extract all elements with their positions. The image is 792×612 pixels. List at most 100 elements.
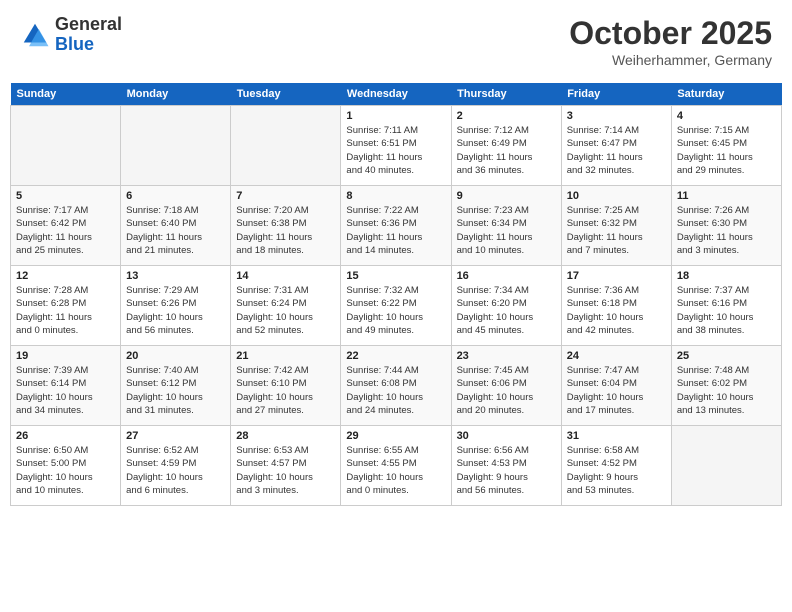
- calendar-day-25: 25 Sunrise: 7:48 AM Sunset: 6:02 PM Dayli…: [671, 346, 781, 426]
- calendar-day-1: 1 Sunrise: 7:11 AM Sunset: 6:51 PM Daylig…: [341, 106, 451, 186]
- empty-cell: [11, 106, 121, 186]
- calendar-day-4: 4 Sunrise: 7:15 AM Sunset: 6:45 PM Daylig…: [671, 106, 781, 186]
- calendar-day-9: 9 Sunrise: 7:23 AM Sunset: 6:34 PM Daylig…: [451, 186, 561, 266]
- day-info: Sunrise: 7:40 AM Sunset: 6:12 PM Dayligh…: [126, 364, 225, 417]
- calendar-day-8: 8Sunrise: 7:22 AM Sunset: 6:36 PM Daylig…: [341, 186, 451, 266]
- day-number: 27: [126, 430, 225, 442]
- calendar-day-29: 29 Sunrise: 6:55 AM Sunset: 4:55 PM Dayli…: [341, 426, 451, 506]
- weekday-header-thursday: Thursday: [451, 83, 561, 106]
- day-number: 4: [677, 110, 776, 122]
- calendar-week-4: 19 Sunrise: 7:39 AM Sunset: 6:14 PM Dayli…: [11, 346, 782, 426]
- calendar-day-12: 12Sunrise: 7:28 AM Sunset: 6:28 PM Dayli…: [11, 266, 121, 346]
- logo: General Blue: [20, 15, 122, 55]
- empty-cell: [671, 426, 781, 506]
- day-info: Sunrise: 7:11 AM Sunset: 6:51 PM Dayligh…: [346, 124, 445, 177]
- day-number: 23: [457, 350, 556, 362]
- calendar-week-5: 26 Sunrise: 6:50 AM Sunset: 5:00 PM Dayli…: [11, 426, 782, 506]
- day-info: Sunrise: 6:55 AM Sunset: 4:55 PM Dayligh…: [346, 444, 445, 497]
- day-info: Sunrise: 7:15 AM Sunset: 6:45 PM Dayligh…: [677, 124, 776, 177]
- day-number: 18: [677, 270, 776, 282]
- logo-general-text: General: [55, 15, 122, 35]
- calendar-day-30: 30 Sunrise: 6:56 AM Sunset: 4:53 PM Dayli…: [451, 426, 561, 506]
- location: Weiherhammer, Germany: [569, 52, 772, 68]
- calendar-day-21: 21 Sunrise: 7:42 AM Sunset: 6:10 PM Dayli…: [231, 346, 341, 426]
- day-number: 10: [567, 190, 666, 202]
- day-info: Sunrise: 7:31 AM Sunset: 6:24 PM Dayligh…: [236, 284, 335, 337]
- day-number: 13: [126, 270, 225, 282]
- day-number: 24: [567, 350, 666, 362]
- day-number: 1: [346, 110, 445, 122]
- weekday-header-saturday: Saturday: [671, 83, 781, 106]
- day-info: Sunrise: 7:14 AM Sunset: 6:47 PM Dayligh…: [567, 124, 666, 177]
- empty-cell: [121, 106, 231, 186]
- day-number: 9: [457, 190, 556, 202]
- day-info: Sunrise: 7:18 AM Sunset: 6:40 PM Dayligh…: [126, 204, 225, 257]
- day-number: 26: [16, 430, 115, 442]
- day-info: Sunrise: 7:37 AM Sunset: 6:16 PM Dayligh…: [677, 284, 776, 337]
- calendar-day-5: 5Sunrise: 7:17 AM Sunset: 6:42 PM Daylig…: [11, 186, 121, 266]
- day-number: 11: [677, 190, 776, 202]
- day-info: Sunrise: 7:45 AM Sunset: 6:06 PM Dayligh…: [457, 364, 556, 417]
- calendar-week-3: 12Sunrise: 7:28 AM Sunset: 6:28 PM Dayli…: [11, 266, 782, 346]
- day-number: 29: [346, 430, 445, 442]
- weekday-header-friday: Friday: [561, 83, 671, 106]
- day-info: Sunrise: 7:47 AM Sunset: 6:04 PM Dayligh…: [567, 364, 666, 417]
- weekday-header-monday: Monday: [121, 83, 231, 106]
- day-info: Sunrise: 7:29 AM Sunset: 6:26 PM Dayligh…: [126, 284, 225, 337]
- day-info: Sunrise: 7:42 AM Sunset: 6:10 PM Dayligh…: [236, 364, 335, 417]
- day-info: Sunrise: 7:25 AM Sunset: 6:32 PM Dayligh…: [567, 204, 666, 257]
- day-number: 17: [567, 270, 666, 282]
- day-info: Sunrise: 7:12 AM Sunset: 6:49 PM Dayligh…: [457, 124, 556, 177]
- page-header: General Blue October 2025 Weiherhammer, …: [10, 10, 782, 73]
- day-info: Sunrise: 6:53 AM Sunset: 4:57 PM Dayligh…: [236, 444, 335, 497]
- day-number: 14: [236, 270, 335, 282]
- day-info: Sunrise: 7:48 AM Sunset: 6:02 PM Dayligh…: [677, 364, 776, 417]
- day-number: 15: [346, 270, 445, 282]
- day-info: Sunrise: 7:39 AM Sunset: 6:14 PM Dayligh…: [16, 364, 115, 417]
- month-title: October 2025: [569, 15, 772, 52]
- calendar-day-26: 26 Sunrise: 6:50 AM Sunset: 5:00 PM Dayli…: [11, 426, 121, 506]
- weekday-header-sunday: Sunday: [11, 83, 121, 106]
- day-number: 30: [457, 430, 556, 442]
- day-info: Sunrise: 7:44 AM Sunset: 6:08 PM Dayligh…: [346, 364, 445, 417]
- calendar-day-28: 28Sunrise: 6:53 AM Sunset: 4:57 PM Dayli…: [231, 426, 341, 506]
- day-info: Sunrise: 7:36 AM Sunset: 6:18 PM Dayligh…: [567, 284, 666, 337]
- day-number: 19: [16, 350, 115, 362]
- calendar-day-19: 19 Sunrise: 7:39 AM Sunset: 6:14 PM Dayli…: [11, 346, 121, 426]
- day-number: 12: [16, 270, 115, 282]
- day-info: Sunrise: 7:34 AM Sunset: 6:20 PM Dayligh…: [457, 284, 556, 337]
- calendar-week-1: 1 Sunrise: 7:11 AM Sunset: 6:51 PM Daylig…: [11, 106, 782, 186]
- logo-icon: [20, 20, 50, 50]
- day-number: 25: [677, 350, 776, 362]
- calendar-day-16: 16Sunrise: 7:34 AM Sunset: 6:20 PM Dayli…: [451, 266, 561, 346]
- calendar-day-6: 6 Sunrise: 7:18 AM Sunset: 6:40 PM Daylig…: [121, 186, 231, 266]
- calendar-day-14: 14 Sunrise: 7:31 AM Sunset: 6:24 PM Dayli…: [231, 266, 341, 346]
- day-info: Sunrise: 7:32 AM Sunset: 6:22 PM Dayligh…: [346, 284, 445, 337]
- day-info: Sunrise: 6:58 AM Sunset: 4:52 PM Dayligh…: [567, 444, 666, 497]
- calendar-day-20: 20 Sunrise: 7:40 AM Sunset: 6:12 PM Dayli…: [121, 346, 231, 426]
- calendar-day-10: 10 Sunrise: 7:25 AM Sunset: 6:32 PM Dayli…: [561, 186, 671, 266]
- day-number: 20: [126, 350, 225, 362]
- day-number: 7: [236, 190, 335, 202]
- day-number: 6: [126, 190, 225, 202]
- calendar-day-24: 24 Sunrise: 7:47 AM Sunset: 6:04 PM Dayli…: [561, 346, 671, 426]
- day-number: 3: [567, 110, 666, 122]
- weekday-header-tuesday: Tuesday: [231, 83, 341, 106]
- day-number: 21: [236, 350, 335, 362]
- calendar-day-17: 17 Sunrise: 7:36 AM Sunset: 6:18 PM Dayli…: [561, 266, 671, 346]
- day-number: 5: [16, 190, 115, 202]
- day-info: Sunrise: 7:20 AM Sunset: 6:38 PM Dayligh…: [236, 204, 335, 257]
- day-number: 8: [346, 190, 445, 202]
- calendar-day-18: 18 Sunrise: 7:37 AM Sunset: 6:16 PM Dayli…: [671, 266, 781, 346]
- logo-text: General Blue: [55, 15, 122, 55]
- calendar-day-22: 22Sunrise: 7:44 AM Sunset: 6:08 PM Dayli…: [341, 346, 451, 426]
- day-info: Sunrise: 7:26 AM Sunset: 6:30 PM Dayligh…: [677, 204, 776, 257]
- calendar-table: SundayMondayTuesdayWednesdayThursdayFrid…: [10, 83, 782, 506]
- empty-cell: [231, 106, 341, 186]
- day-info: Sunrise: 6:50 AM Sunset: 5:00 PM Dayligh…: [16, 444, 115, 497]
- day-info: Sunrise: 7:23 AM Sunset: 6:34 PM Dayligh…: [457, 204, 556, 257]
- day-info: Sunrise: 6:56 AM Sunset: 4:53 PM Dayligh…: [457, 444, 556, 497]
- calendar-day-3: 3 Sunrise: 7:14 AM Sunset: 6:47 PM Daylig…: [561, 106, 671, 186]
- calendar-day-23: 23 Sunrise: 7:45 AM Sunset: 6:06 PM Dayli…: [451, 346, 561, 426]
- calendar-day-15: 15 Sunrise: 7:32 AM Sunset: 6:22 PM Dayli…: [341, 266, 451, 346]
